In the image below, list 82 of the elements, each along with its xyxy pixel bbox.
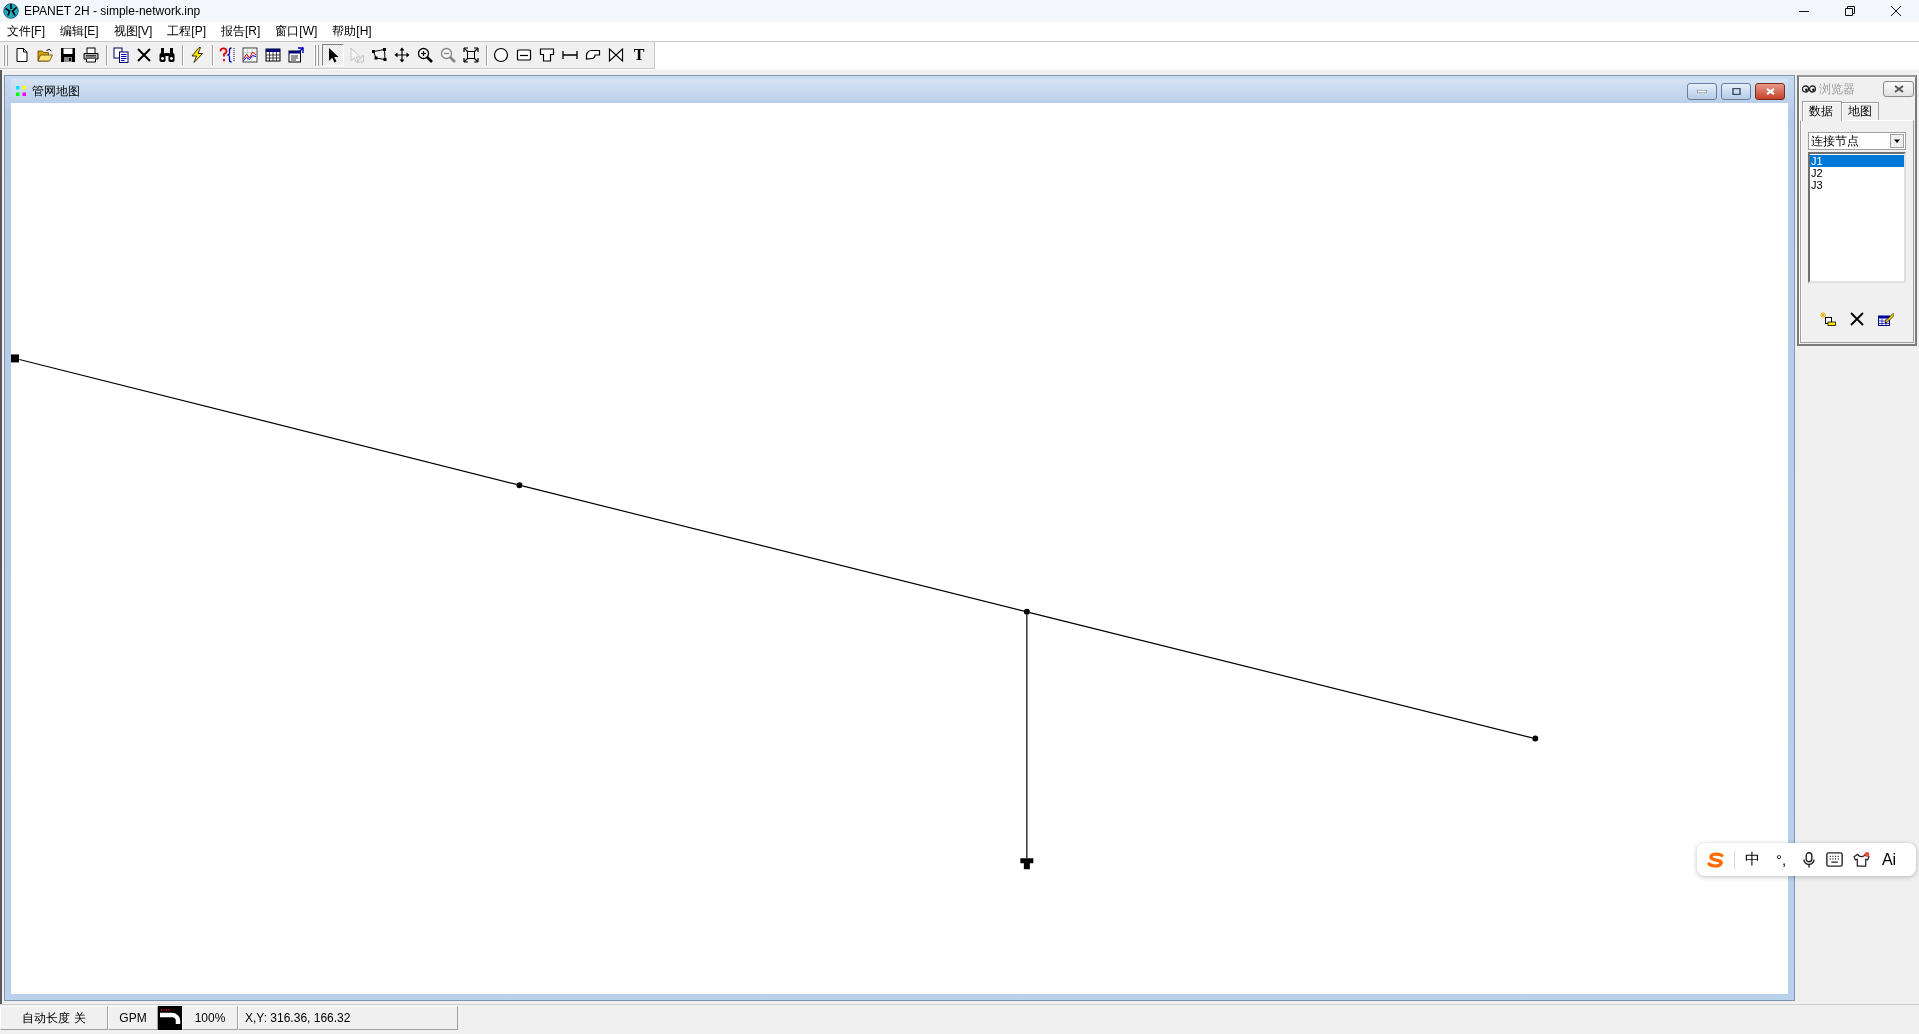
cross-icon [1849,312,1865,326]
list-item[interactable]: J1 [1810,155,1904,167]
binoculars-icon [159,47,175,63]
table-icon [265,47,281,63]
circle-icon [493,47,509,63]
caret-icon [1890,134,1904,148]
reservoir-node [11,354,19,363]
menu-item[interactable]: 报告[R] [215,21,267,42]
bowtie-icon [608,47,624,63]
graph-button[interactable] [239,44,261,66]
copy-icon [113,47,129,63]
close-button[interactable] [1883,81,1914,97]
flow-units-status: GPM [108,1006,158,1030]
close-icon [1893,85,1904,93]
sparkle-box-icon [1820,312,1836,326]
assistant-button[interactable]: Ai [1878,847,1900,872]
menu-item[interactable]: 帮助[H] [326,21,378,42]
magnifier-plus-icon [417,47,433,63]
input-mode-button[interactable]: 中 [1741,847,1763,872]
glasses-icon [1802,85,1816,93]
line-chart-icon [242,47,258,63]
form-window-icon [288,47,304,63]
list-item[interactable]: J3 [1810,179,1904,191]
menu-item[interactable]: 窗口[W] [269,21,324,42]
window-title: EPANET 2H - simple-network.inp [24,4,201,18]
close-icon [1765,87,1775,95]
tab[interactable]: 数据 [1802,101,1842,121]
print-button[interactable] [80,44,102,66]
minimize-icon [1799,10,1809,12]
select-tool-button[interactable] [322,44,344,66]
add-label-button[interactable]: T [628,44,650,66]
browser-title: 浏览器 [1819,80,1855,98]
options-button[interactable] [285,44,307,66]
menu-item[interactable]: 文件[F] [1,21,51,42]
auto-length-status: 自动长度 关 [0,1006,108,1030]
microphone-icon[interactable] [1803,851,1815,868]
shirt-icon[interactable] [1853,852,1870,867]
minimize-button[interactable] [1687,82,1717,100]
restore-button[interactable] [1721,82,1751,100]
menu-item[interactable]: 工程[P] [161,21,212,42]
pipe-bend-icon [158,1006,182,1030]
restore-icon [1845,6,1855,16]
restore-icon [1731,87,1741,95]
coordinates-status: X,Y: 316.36, 166.32 [238,1006,458,1030]
junction-node [1532,735,1539,742]
punctuation-button[interactable]: °, [1770,847,1792,872]
squiggle-logo-icon [1706,851,1726,868]
question-brace-icon [219,47,235,63]
list-item[interactable]: J2 [1810,167,1904,179]
table-pencil-icon [1878,312,1894,326]
add-button[interactable] [1818,309,1838,329]
full-extent-button[interactable] [460,44,482,66]
tank-node [1020,858,1034,870]
move-arrows-icon [394,47,410,63]
tab[interactable]: 地图 [1841,102,1879,120]
page-icon [14,47,30,63]
close-button[interactable] [1755,82,1785,100]
folder-icon [37,47,53,63]
pointer-vertex-icon [348,47,364,63]
map-window-title: 管网地图 [32,82,80,100]
menu-item[interactable]: 视图[V] [107,21,159,42]
frame-corners-icon [463,47,479,63]
lightning-icon [189,47,205,63]
toolbar-grip[interactable] [3,44,8,66]
magnifier-minus-icon [440,47,456,63]
zoom-status: 100% [182,1006,238,1030]
dots-icon [16,86,26,96]
tank-icon [539,47,555,63]
menu-item[interactable]: 编辑[E] [54,21,105,42]
cross-icon [136,47,152,63]
node-type-dropdown[interactable]: 连接节点 [1808,132,1906,150]
app-logo-icon [3,3,19,19]
junction-node [516,482,523,489]
polygon-icon [371,47,387,63]
printer-icon [83,47,99,63]
pump-icon [585,47,601,63]
toolbar-grip[interactable] [314,44,319,66]
copy-button[interactable] [110,44,132,66]
minimize-icon [1697,89,1707,93]
keyboard-icon[interactable] [1826,852,1843,867]
junction-node [1023,608,1030,615]
close-icon [1891,6,1901,16]
